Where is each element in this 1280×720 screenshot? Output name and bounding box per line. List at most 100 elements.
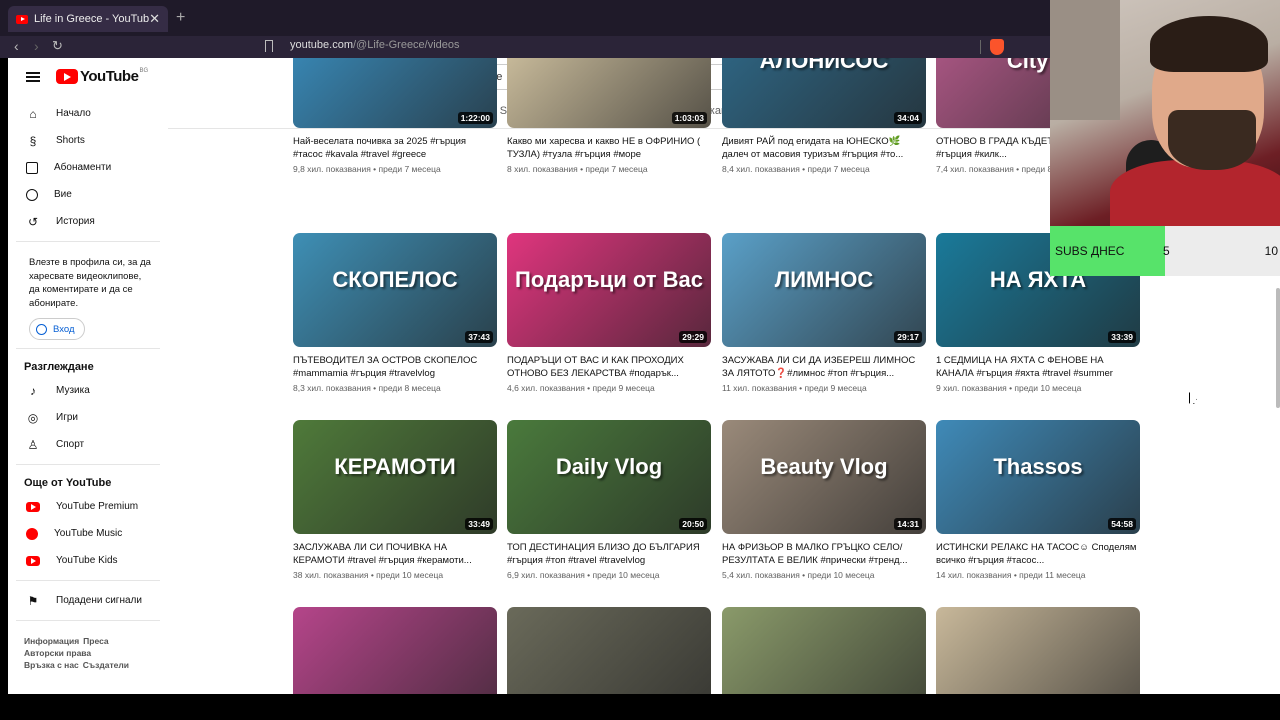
footer-link-press[interactable]: Преса [83, 636, 108, 646]
video-thumbnail[interactable]: АЛОНИСОС 34:04 [722, 58, 926, 128]
video-meta: 4,6 хил. показвания • преди 9 месеца [507, 383, 655, 393]
sidebar-item-gaming[interactable]: ◎ Игри [8, 404, 168, 431]
explore-header: Разглеждане [24, 361, 94, 373]
music-note-icon: ♪ [30, 383, 36, 398]
video-title[interactable]: ПЪТЕВОДИТЕЛ ЗА ОСТРОВ СКОПЕЛОС #mammamia… [293, 354, 497, 380]
video-thumbnail[interactable]: ЛИМНОС 29:17 [722, 233, 926, 347]
reload-icon[interactable]: ↻ [52, 38, 63, 54]
home-icon: ⌂ [29, 106, 37, 121]
video-title[interactable]: Дивият РАЙ под егидата на ЮНЕСКО🌿 далеч … [722, 135, 926, 161]
page-scrollbar[interactable] [1276, 288, 1280, 408]
subs-goal-bar: SUBS ДНЕС 5 10 [1050, 226, 1280, 276]
sidebar-item-subscriptions[interactable]: Абонаменти [8, 154, 168, 181]
subs-current: 5 [1163, 244, 1170, 258]
sidebar-item-music-app[interactable]: YouTube Music [8, 520, 168, 547]
video-card[interactable]: 1:22:00 Най-веселата почивка за 2025 #гър… [293, 58, 497, 174]
video-card[interactable]: 1:03:03 Какво ми харесва и какво НЕ в ОФР… [507, 58, 711, 174]
video-meta: 14 хил. показвания • преди 11 месеца [936, 570, 1086, 580]
sidebar-item-premium[interactable]: YouTube Premium [8, 493, 168, 520]
video-title[interactable]: Най-веселата почивка за 2025 #гърция #та… [293, 135, 497, 161]
bookmark-icon[interactable] [265, 40, 273, 52]
user-icon [26, 188, 38, 201]
sidebar-item-label: YouTube Premium [56, 501, 139, 512]
footer-link-contact[interactable]: Връзка с нас [24, 660, 79, 670]
back-icon[interactable]: ‹ [14, 38, 19, 54]
video-card[interactable]: АЛОНИСОС 34:04 Дивият РАЙ под егидата на Ю… [722, 58, 926, 174]
trophy-icon: ♙ [27, 437, 39, 452]
video-title[interactable]: 1 СЕДМИЦА НА ЯХТА С ФЕНОВЕ НА КАНАЛА #гъ… [936, 354, 1140, 380]
divider [980, 40, 981, 54]
sidebar-item-label: Спорт [56, 439, 85, 450]
video-thumbnail[interactable]: Beauty Vlog 14:31 [722, 420, 926, 534]
video-thumbnail[interactable] [507, 607, 711, 694]
video-card[interactable]: ЛИМНОС 29:17 ЗАСУЖАВА ЛИ СИ ДА ИЗБЕРЕШ ЛИМ… [722, 233, 926, 393]
signin-button[interactable]: Вход [29, 318, 85, 340]
flag-icon: ⚑ [27, 593, 39, 608]
video-title[interactable]: ИСТИНСКИ РЕЛАКС НА ТАСОС☺ Споделям всичк… [936, 541, 1140, 567]
sidebar-footer: Информация Преса Авторски права Връзка с … [8, 627, 168, 671]
video-card[interactable]: СКОПЕЛОС 37:43 ПЪТЕВОДИТЕЛ ЗА ОСТРОВ СКОПЕ… [293, 233, 497, 393]
browser-tabbar: Life in Greece - YouTube ✕ + [0, 0, 1050, 36]
video-card[interactable]: Подаръци от Вас 29:29 ПОДАРЪЦИ ОТ ВАС И КА… [507, 233, 711, 393]
youtube-favicon-icon [16, 14, 28, 24]
video-title[interactable]: ТОП ДЕСТИНАЦИЯ БЛИЗО ДО БЪЛГАРИЯ #гърция… [507, 541, 711, 567]
footer-link-copyright[interactable]: Авторски права [24, 648, 91, 658]
url-field[interactable]: youtube.com/@Life-Greece/videos [290, 39, 460, 51]
video-duration: 29:29 [679, 331, 707, 343]
video-thumbnail[interactable]: 1:22:00 [293, 58, 497, 128]
footer-link-about[interactable]: Информация [24, 636, 79, 646]
thumbnail-text: АЛОНИСОС [759, 58, 889, 74]
video-card[interactable] [507, 607, 711, 694]
video-card[interactable] [722, 607, 926, 694]
signin-prompt: Влезте в профила си, за да харесвате вид… [29, 257, 151, 309]
subs-goal: 10 [1264, 244, 1278, 258]
video-title[interactable]: ЗАСЛУЖАВА ЛИ СИ ПОЧИВКА НА КЕРАМОТИ #tra… [293, 541, 497, 567]
video-thumbnail[interactable]: КЕРАМОТИ 33:49 [293, 420, 497, 534]
sidebar-item-history[interactable]: ↺ История [8, 208, 168, 235]
sidebar-item-sports[interactable]: ♙ Спорт [8, 431, 168, 458]
video-thumbnail[interactable] [293, 607, 497, 694]
forward-icon[interactable]: › [34, 38, 39, 54]
url-path: /@Life-Greece/videos [352, 39, 460, 51]
sidebar-item-you[interactable]: Вие [8, 181, 168, 208]
sidebar-item-music[interactable]: ♪ Музика [8, 377, 168, 404]
footer-link-creators[interactable]: Създатели [83, 660, 129, 670]
sidebar-item-kids[interactable]: YouTube Kids [8, 547, 168, 574]
video-card[interactable] [293, 607, 497, 694]
video-card[interactable]: Thassos 54:58 ИСТИНСКИ РЕЛАКС НА ТАСОС☺ Сп… [936, 420, 1140, 580]
browser-tab[interactable]: Life in Greece - YouTube ✕ [8, 6, 168, 32]
video-thumbnail[interactable] [936, 607, 1140, 694]
history-icon: ↺ [27, 214, 39, 229]
video-title[interactable]: ЗАСУЖАВА ЛИ СИ ДА ИЗБЕРЕШ ЛИМНОС ЗА ЛЯТО… [722, 354, 926, 380]
background-shelf [1050, 0, 1120, 120]
thumbnail-text: Beauty Vlog [760, 454, 888, 480]
sidebar-item-home[interactable]: ⌂ Начало [8, 100, 168, 127]
video-thumbnail[interactable]: СКОПЕЛОС 37:43 [293, 233, 497, 347]
divider [16, 580, 160, 581]
video-meta: 9,8 хил. показвания • преди 7 месеца [293, 164, 441, 174]
video-thumbnail[interactable]: Thassos 54:58 [936, 420, 1140, 534]
video-duration: 33:39 [1108, 331, 1136, 343]
video-card[interactable]: Beauty Vlog 14:31 НА ФРИЗЬОР В МАЛКО ГРЪЦК… [722, 420, 926, 580]
brave-shield-icon[interactable] [990, 39, 1004, 55]
logo-text: YouTube [80, 68, 139, 85]
video-card[interactable]: КЕРАМОТИ 33:49 ЗАСЛУЖАВА ЛИ СИ ПОЧИВКА НА … [293, 420, 497, 580]
video-title[interactable]: НА ФРИЗЬОР В МАЛКО ГРЪЦКО СЕЛО/ РЕЗУЛТАТ… [722, 541, 926, 567]
video-thumbnail[interactable]: Daily Vlog 20:50 [507, 420, 711, 534]
video-thumbnail[interactable]: Подаръци от Вас 29:29 [507, 233, 711, 347]
thumbnail-text: СКОПЕЛОС [332, 267, 458, 293]
video-title[interactable]: Какво ми харесва и какво НЕ в ОФРИНИО ( … [507, 135, 711, 161]
tab-close-icon[interactable]: ✕ [149, 11, 160, 27]
new-tab-icon[interactable]: + [176, 9, 185, 27]
video-meta: 5,4 хил. показвания • преди 10 месеца [722, 570, 875, 580]
video-card[interactable] [936, 607, 1140, 694]
video-title[interactable]: ПОДАРЪЦИ ОТ ВАС И КАК ПРОХОДИХ ОТНОВО БЕ… [507, 354, 711, 380]
youtube-kids-icon [26, 555, 40, 566]
sidebar-item-reports[interactable]: ⚑ Подадени сигнали [8, 587, 168, 614]
video-card[interactable]: Daily Vlog 20:50 ТОП ДЕСТИНАЦИЯ БЛИЗО ДО Б… [507, 420, 711, 580]
video-thumbnail[interactable] [722, 607, 926, 694]
hamburger-menu-icon[interactable] [26, 72, 40, 82]
sidebar-item-shorts[interactable]: § Shorts [8, 127, 168, 154]
video-thumbnail[interactable]: 1:03:03 [507, 58, 711, 128]
youtube-logo[interactable]: YouTube BG [56, 68, 148, 85]
